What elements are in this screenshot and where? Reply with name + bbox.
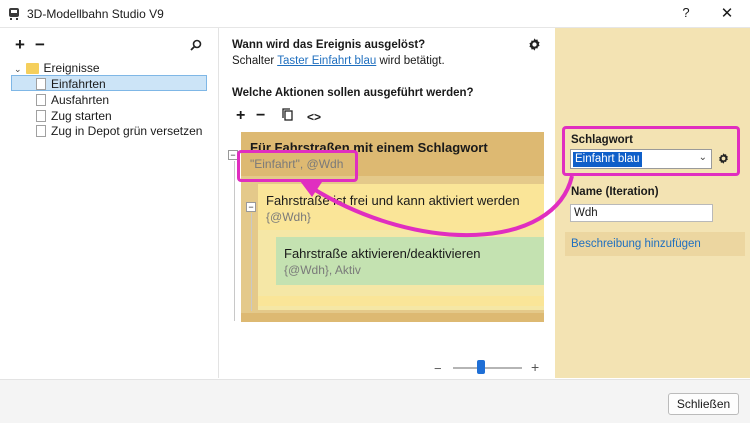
tree-item-zug-in-depot[interactable]: Zug in Depot grün versetzen — [36, 123, 202, 139]
trigger-suffix: wird betätigt. — [379, 55, 445, 67]
trigger-switch-link[interactable]: Taster Einfahrt blau — [277, 55, 376, 67]
tree-item-label: Zug starten — [51, 109, 112, 123]
remove-event-button[interactable]: − — [35, 36, 45, 53]
app-icon — [9, 8, 19, 20]
code-view-button[interactable]: <> — [307, 109, 321, 125]
tree-item-einfahrten[interactable]: Einfahrten — [11, 75, 207, 91]
document-icon — [36, 94, 46, 106]
tree-root-label: Ereignisse — [43, 61, 100, 75]
document-icon — [36, 125, 46, 137]
annotation-arrow — [300, 175, 574, 238]
document-icon — [36, 110, 46, 122]
name-input[interactable]: Wdh — [570, 204, 713, 222]
trigger-description: Schalter Taster Einfahrt blau wird betät… — [232, 55, 445, 67]
search-icon[interactable] — [190, 39, 202, 51]
title-bar: 3D-Modellbahn Studio V9 ? ✕ — [0, 0, 750, 28]
folder-icon — [25, 63, 39, 74]
condition-footer — [258, 296, 544, 306]
tree-item-label: Ausfahrten — [51, 93, 110, 107]
action-params: {@Wdh}, Aktiv — [284, 263, 361, 277]
tree-item-zug-starten[interactable]: Zug starten — [36, 108, 112, 124]
tree-connector-line — [234, 161, 235, 321]
window-title: 3D-Modellbahn Studio V9 — [27, 7, 164, 21]
tree-item-ausfahrten[interactable]: Ausfahrten — [36, 92, 109, 108]
document-icon — [36, 78, 46, 90]
event-tree-panel: + − ⌄ Ereignisse Einfahrten Ausfahrten Zu… — [0, 28, 219, 378]
close-dialog-button[interactable]: Schließen — [668, 393, 739, 415]
tree-connector-line — [251, 213, 252, 311]
remove-action-button[interactable]: − — [256, 108, 265, 124]
actions-heading: Welche Aktionen sollen ausgeführt werden… — [232, 87, 474, 99]
zoom-slider-thumb[interactable] — [477, 360, 485, 374]
copy-icon[interactable] — [282, 108, 294, 122]
add-description-link[interactable]: Beschreibung hinzufügen — [565, 232, 745, 256]
tree-root-ereignisse[interactable]: ⌄ Ereignisse — [14, 60, 100, 76]
tree-item-label: Zug in Depot grün versetzen — [51, 124, 203, 138]
zoom-slider-track[interactable] — [453, 367, 522, 369]
outer-loop-footer — [241, 313, 544, 322]
zoom-in-button[interactable]: + — [531, 359, 539, 375]
add-event-button[interactable]: + — [15, 36, 25, 53]
gear-icon[interactable] — [527, 37, 542, 52]
tree-item-label: Einfahrten — [51, 77, 106, 91]
trigger-prefix: Schalter — [232, 55, 275, 67]
dialog-footer: Schließen — [0, 379, 750, 423]
collapse-condition-toggle[interactable]: − — [246, 202, 256, 212]
chevron-down-icon[interactable]: ⌄ — [14, 64, 22, 74]
add-action-button[interactable]: + — [236, 108, 245, 124]
close-window-button[interactable]: ✕ — [716, 4, 738, 24]
trigger-heading: Wann wird das Ereignis ausgelöst? — [232, 39, 426, 51]
help-button[interactable]: ? — [676, 5, 696, 23]
zoom-out-button[interactable]: − — [434, 361, 442, 376]
